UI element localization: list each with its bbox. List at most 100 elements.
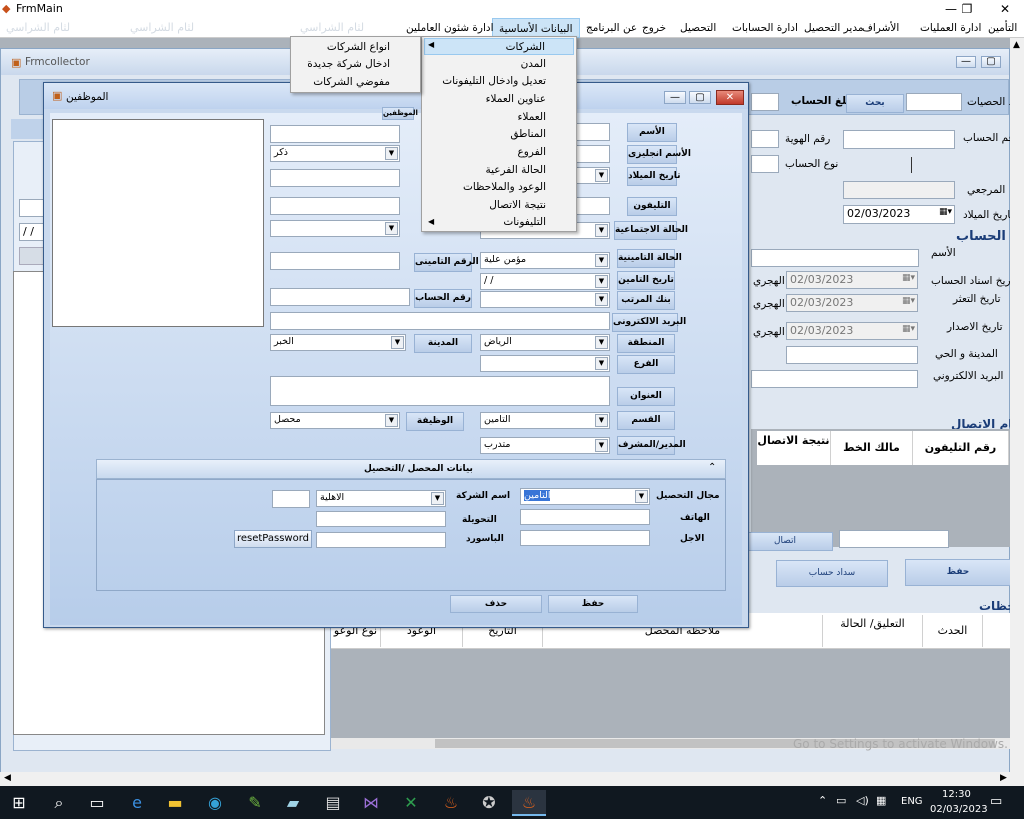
menu-item-edit-phones[interactable]: تعديل وادخال التليفونات xyxy=(424,73,574,90)
chevron-down-icon[interactable]: ▼ xyxy=(595,336,608,349)
company-code-field[interactable] xyxy=(272,490,310,508)
address-field[interactable] xyxy=(270,376,610,406)
salary-bank-select[interactable]: ▼ xyxy=(480,291,610,308)
id-no-field[interactable] xyxy=(751,130,779,148)
chevron-down-icon[interactable]: ▼ xyxy=(595,254,608,267)
account-type-field[interactable] xyxy=(751,155,779,173)
search-button[interactable]: بحث xyxy=(846,94,904,113)
chevron-down-icon[interactable]: ▼ xyxy=(385,414,398,427)
phones-col-number[interactable]: رقم التليفون xyxy=(913,431,1009,465)
active-app-icon[interactable]: ♨ xyxy=(512,790,546,816)
emp-select-5[interactable]: ▼ xyxy=(270,220,400,237)
emp-field-3[interactable] xyxy=(270,169,400,187)
reset-password-button[interactable]: resetPassword xyxy=(234,530,312,548)
dialog-maximize[interactable]: ▢ xyxy=(689,91,711,104)
notification-icon[interactable]: ▭ xyxy=(990,794,1002,809)
menu-about[interactable]: عن البرنامج xyxy=(580,18,643,38)
insurance-date-picker[interactable]: / / ▼ xyxy=(480,273,610,290)
phones-col-owner[interactable]: مالك الخط xyxy=(831,431,913,465)
clock-date[interactable]: 02/03/2023 xyxy=(930,804,988,815)
tray-chevron-icon[interactable]: ⌃ xyxy=(818,794,827,807)
calendar-icon[interactable]: ▦▾ xyxy=(902,273,915,283)
actions-col-event[interactable]: الحدث xyxy=(923,615,983,647)
save-button[interactable]: حفظ xyxy=(548,595,638,613)
main-hscroll[interactable] xyxy=(0,772,1010,786)
calendar-icon[interactable]: ▦▾ xyxy=(902,324,915,334)
branch-select[interactable]: ▼ xyxy=(480,355,610,372)
email-field[interactable] xyxy=(270,312,610,330)
account-no-field[interactable] xyxy=(843,130,955,149)
scroll-left-icon[interactable]: ◀ xyxy=(4,773,11,783)
issue-date-picker[interactable]: 02/03/2023 ▦▾ xyxy=(786,322,918,340)
windows-start-icon[interactable]: ⊞ xyxy=(6,790,32,816)
chevron-down-icon[interactable]: ▼ xyxy=(385,222,398,235)
dialog-minimize[interactable]: — xyxy=(664,91,686,104)
menu-item-client-addresses[interactable]: عناوين العملاء xyxy=(424,91,574,108)
volume-icon[interactable]: ◁) xyxy=(856,794,869,807)
language-indicator[interactable]: ENG xyxy=(901,796,923,807)
chevron-down-icon[interactable]: ▼ xyxy=(635,490,648,503)
collapse-icon[interactable]: ⌃ xyxy=(708,462,716,473)
menu-employees-affairs[interactable]: ادارة شئون العاملين xyxy=(400,18,500,38)
employees-tab[interactable]: الموظفين xyxy=(382,107,418,120)
ie-icon[interactable]: e xyxy=(124,790,150,816)
app-icon-2[interactable]: ▰ xyxy=(280,790,306,816)
submenu-company-types[interactable]: انواع الشركات xyxy=(293,39,418,56)
calendar-icon[interactable]: ▦▾ xyxy=(902,296,915,306)
pay-account-button[interactable]: سداد حساب xyxy=(776,560,888,587)
phones-col-result[interactable]: نتيجة الاتصال xyxy=(757,431,831,465)
scroll-right-icon[interactable]: ▶ xyxy=(1000,773,1007,783)
menu-item-branches[interactable]: الفروع xyxy=(424,144,574,161)
menu-item-sub-status[interactable]: الحالة الفرعية xyxy=(424,162,574,179)
menu-operations[interactable]: ادارة العمليات xyxy=(914,18,987,38)
collector-minimize[interactable]: — xyxy=(956,56,976,68)
menu-basic-data[interactable]: البيانات الأساسية xyxy=(492,18,580,38)
emp-name-field[interactable] xyxy=(270,125,400,143)
calendar-icon[interactable]: ▦▾ xyxy=(939,207,952,217)
menu-accounts[interactable]: ادارة الحسابات xyxy=(726,18,804,38)
menu-item-phones[interactable]: التليفونات xyxy=(424,214,574,231)
dialog-close-button[interactable]: ✕ xyxy=(716,90,744,105)
job-select[interactable]: محصل ▼ xyxy=(270,412,400,429)
keyboard-icon[interactable]: ▦ xyxy=(876,794,886,807)
birth-date-picker[interactable]: 02/03/2023 ▦▾ xyxy=(843,205,955,224)
actions-grid[interactable] xyxy=(331,649,1011,747)
notepad-icon[interactable]: ▤ xyxy=(320,790,346,816)
clock-time[interactable]: 12:30 xyxy=(942,789,971,800)
close-button[interactable]: ✕ xyxy=(990,0,1020,18)
extension-field[interactable] xyxy=(316,511,446,527)
account-no-field[interactable] xyxy=(270,288,410,306)
menu-item-clients[interactable]: العملاء xyxy=(424,109,574,126)
submenu-company-delegates[interactable]: مفوضي الشركات xyxy=(293,74,418,91)
city-select[interactable]: الخبر ▼ xyxy=(270,334,406,351)
search-icon[interactable]: ⌕ xyxy=(46,790,72,816)
save-account-button[interactable]: حفظ xyxy=(905,559,1011,586)
chevron-down-icon[interactable]: ▼ xyxy=(595,169,608,182)
password-field[interactable] xyxy=(316,532,446,548)
mobile-field[interactable] xyxy=(520,530,650,546)
edge-icon[interactable]: ◉ xyxy=(202,790,228,816)
menu-collection-manager[interactable]: مدير التحصيل xyxy=(798,18,869,38)
excel-icon[interactable]: ✕ xyxy=(398,790,424,816)
scroll-up-icon[interactable]: ▲ xyxy=(1013,40,1020,50)
insurance-status-select[interactable]: مؤمن علية ▼ xyxy=(480,252,610,269)
region-select[interactable]: الرياض ▼ xyxy=(480,334,610,351)
chevron-down-icon[interactable]: ▼ xyxy=(595,414,608,427)
chevron-down-icon[interactable]: ▼ xyxy=(595,357,608,370)
dept-select[interactable]: التامين ▼ xyxy=(480,412,610,429)
city-field[interactable] xyxy=(786,346,918,364)
visual-studio-icon[interactable]: ⋈ xyxy=(358,790,384,816)
app-icon-4[interactable]: ✪ xyxy=(476,790,502,816)
employee-photo-box[interactable] xyxy=(52,119,264,327)
contact-field[interactable] xyxy=(839,530,949,548)
chevron-down-icon[interactable]: ▼ xyxy=(431,492,444,505)
manager-select[interactable]: متدرب ▼ xyxy=(480,437,610,454)
chevron-down-icon[interactable]: ▼ xyxy=(391,336,404,349)
chevron-down-icon[interactable]: ▼ xyxy=(385,147,398,160)
chevron-down-icon[interactable]: ▼ xyxy=(595,439,608,452)
menu-collection[interactable]: التحصيل xyxy=(674,18,722,38)
emp-field-4[interactable] xyxy=(270,197,400,215)
collector-restore[interactable]: ▢ xyxy=(981,56,1001,68)
contact-button[interactable]: اتصال xyxy=(737,532,833,551)
gender-select[interactable]: ذكر ▼ xyxy=(270,145,400,162)
